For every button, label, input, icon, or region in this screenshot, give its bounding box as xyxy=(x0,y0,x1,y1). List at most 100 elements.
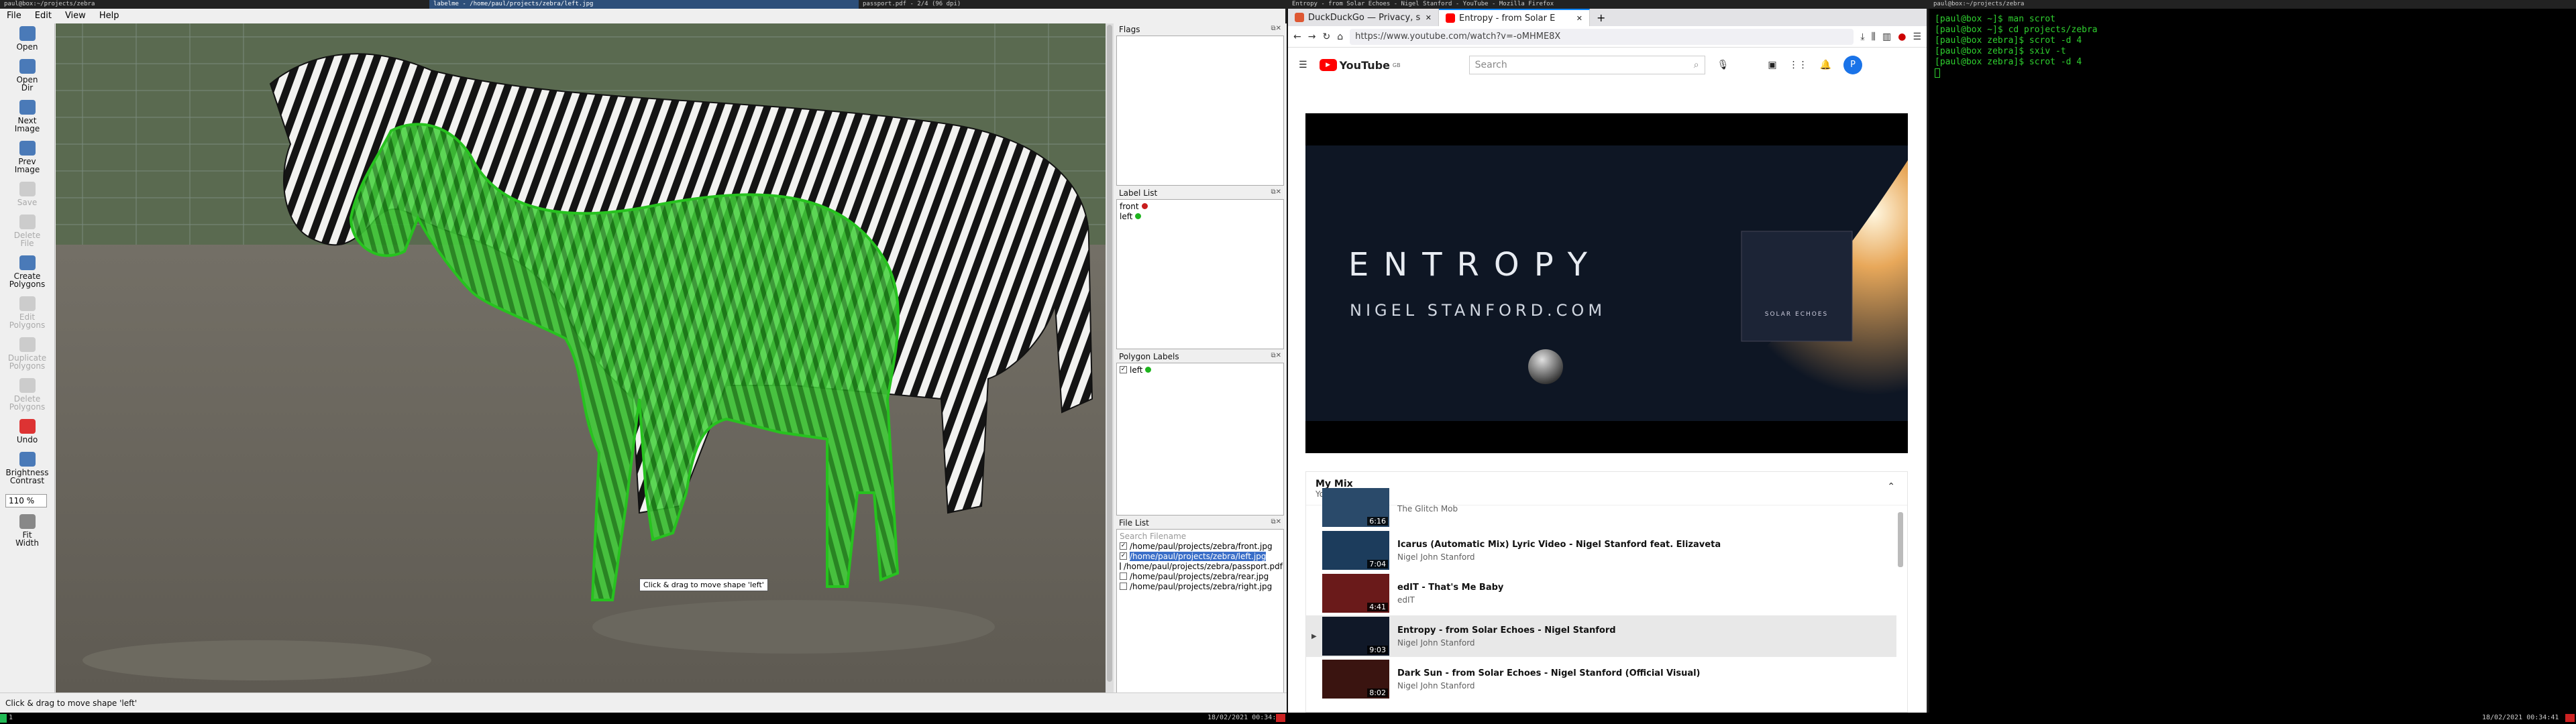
system-panel: 1 18/02/2021 00:34:41 18/02/2021 00:34:4… xyxy=(0,713,2576,724)
tool-undo-button[interactable]: Undo xyxy=(0,416,54,449)
file-list-item[interactable]: /home/paul/projects/zebra/rear.jpg xyxy=(1120,571,1281,581)
close-tab-icon[interactable]: ✕ xyxy=(1426,13,1432,22)
pdf-title: passport.pdf - 2/4 (96 dpi) xyxy=(859,0,1288,9)
tool-delete-button[interactable]: Delete File xyxy=(0,212,54,253)
notifications-icon[interactable]: 🔔 xyxy=(1820,60,1831,70)
tab-title: DuckDuckGo — Privacy, s xyxy=(1308,12,1421,23)
close-tab-icon[interactable]: ✕ xyxy=(1576,14,1582,23)
zoom-field[interactable]: 110 % xyxy=(5,494,47,507)
panel-buttons-icon[interactable]: ⧉✕ xyxy=(1271,518,1281,528)
polygon-checkbox[interactable]: ✓ xyxy=(1120,366,1127,373)
create-video-icon[interactable]: ▣ xyxy=(1768,60,1776,70)
youtube-logo[interactable]: ▶ YouTube GB xyxy=(1319,59,1401,72)
flags-list xyxy=(1116,36,1284,186)
label-color-dot xyxy=(1135,213,1142,219)
file-search-input[interactable]: Search Filename xyxy=(1120,531,1281,541)
playlist-item[interactable]: 8:02 Dark Sun - from Solar Echoes - Nigel… xyxy=(1306,658,1896,700)
menu-edit[interactable]: Edit xyxy=(35,11,52,21)
tool-color-button[interactable]: Brightness Contrast xyxy=(0,449,54,490)
polygon-label-item[interactable]: ✓ left xyxy=(1120,365,1281,375)
sidebar-icon[interactable]: ▥ xyxy=(1882,32,1891,42)
tool-folder-open-button[interactable]: Open xyxy=(0,23,54,56)
menu-view[interactable]: View xyxy=(65,11,86,21)
menu-icon[interactable]: ☰ xyxy=(1913,32,1921,42)
label-list-item[interactable]: front xyxy=(1120,201,1281,211)
extension-icon[interactable]: ● xyxy=(1898,32,1906,42)
forward-icon[interactable]: → xyxy=(1308,32,1316,42)
fit-width-button[interactable]: Fit Width xyxy=(0,511,54,552)
playlist-item[interactable]: 4:41 edIT - That's Me Baby edIT xyxy=(1306,572,1896,614)
panel-buttons-icon[interactable]: ⧉✕ xyxy=(1271,188,1281,198)
panel-buttons-icon[interactable]: ⧉✕ xyxy=(1271,352,1281,361)
tool-copy-button[interactable]: Duplicate Polygons xyxy=(0,335,54,375)
playlist-item[interactable]: 6:16 The Glitch Mob xyxy=(1306,487,1896,528)
file-list-item[interactable]: /home/paul/projects/zebra/passport.pdf xyxy=(1120,561,1283,571)
panel-buttons-icon[interactable]: ⧉✕ xyxy=(1271,25,1281,34)
file-checkbox[interactable] xyxy=(1120,572,1127,580)
home-icon[interactable]: ⌂ xyxy=(1337,32,1343,42)
search-icon[interactable]: ⌕ xyxy=(1694,60,1699,70)
video-thumbnail: 4:41 xyxy=(1322,574,1389,613)
tool-edit-button[interactable]: Edit Polygons xyxy=(0,294,54,335)
url-bar[interactable]: https://www.youtube.com/watch?v=-oMHME8X xyxy=(1350,28,1854,45)
tool-arrow-left-button[interactable]: Prev Image xyxy=(0,138,54,179)
browser-tab[interactable]: DuckDuckGo — Privacy, s ✕ xyxy=(1288,9,1439,26)
terminal-title: paul@box:~/projects/zebra xyxy=(0,0,429,9)
tool-label: Open Dir xyxy=(16,75,38,93)
file-checkbox[interactable] xyxy=(1120,583,1127,590)
tool-label: Save xyxy=(17,198,38,207)
album-text: SOLAR ECHOES xyxy=(1765,311,1829,318)
reload-icon[interactable]: ↻ xyxy=(1322,32,1330,42)
tool-label: Next Image xyxy=(14,116,40,133)
image-canvas[interactable]: Click & drag to move shape 'left' xyxy=(56,23,1106,694)
tool-label: Undo xyxy=(16,435,38,444)
label-list: front left xyxy=(1116,199,1284,349)
save-icon xyxy=(19,182,36,196)
menu-file[interactable]: File xyxy=(7,11,21,21)
dock-panels: Flags ⧉✕ Label List ⧉✕ front left Polygon L… xyxy=(1114,23,1287,703)
video-artist: The Glitch Mob xyxy=(1397,504,1458,514)
file-list-item[interactable]: ✓/home/paul/projects/zebra/front.jpg xyxy=(1120,541,1281,551)
polygon-label-list: ✓ left xyxy=(1116,363,1284,516)
avatar[interactable]: P xyxy=(1843,56,1863,74)
file-path: /home/paul/projects/zebra/passport.pdf xyxy=(1124,561,1283,571)
video-duration: 7:04 xyxy=(1367,560,1388,568)
file-checkbox[interactable]: ✓ xyxy=(1120,542,1127,550)
file-checkbox[interactable] xyxy=(1120,562,1121,570)
menu-help[interactable]: Help xyxy=(99,11,119,21)
workspace-indicator[interactable] xyxy=(0,714,7,723)
new-tab-icon[interactable]: + xyxy=(1590,9,1612,26)
label-name: left xyxy=(1120,211,1133,221)
youtube-play-icon: ▶ xyxy=(1319,59,1337,71)
file-list-item[interactable]: ✓/home/paul/projects/zebra/left.jpg xyxy=(1120,551,1281,561)
back-icon[interactable]: ← xyxy=(1293,32,1301,42)
download-icon[interactable]: ⤓ xyxy=(1860,32,1864,42)
hamburger-icon[interactable]: ☰ xyxy=(1299,60,1307,70)
playlist-scrollbar[interactable] xyxy=(1898,512,1903,567)
tool-folder-button[interactable]: Open Dir xyxy=(0,56,54,97)
video-player[interactable]: SOLAR ECHOES ENTROPY NIGEL STANFORD.COM xyxy=(1305,113,1908,453)
youtube-header: ☰ ▶ YouTube GB Search ⌕ 🎙 ▣ ⋮⋮ 🔔 P xyxy=(1288,48,1927,82)
terminal[interactable]: [paul@box ~]$ man scrot [paul@box ~]$ cd … xyxy=(1929,9,2576,713)
terminal-line: [paul@box zebra]$ scrot -d 4 xyxy=(1935,57,2082,67)
panel-clock-left: 18/02/2021 00:34:41 xyxy=(1208,714,1285,721)
youtube-search-input[interactable]: Search ⌕ xyxy=(1468,56,1705,74)
playlist-item[interactable]: 7:04 Icarus (Automatic Mix) Lyric Video -… xyxy=(1306,530,1896,571)
battery-icon xyxy=(2565,714,2575,722)
library-icon[interactable]: ⫼ xyxy=(1872,32,1876,42)
labelme-title: labelme - /home/paul/projects/zebra/left… xyxy=(429,0,859,9)
browser-tab[interactable]: Entropy - from Solar E ✕ xyxy=(1439,9,1590,26)
workspace-number[interactable]: 1 xyxy=(9,714,13,721)
tool-save-button[interactable]: Save xyxy=(0,179,54,212)
canvas-scrollbar[interactable] xyxy=(1106,23,1114,694)
file-list-item[interactable]: /home/paul/projects/zebra/right.jpg xyxy=(1120,581,1281,591)
label-list-item[interactable]: left xyxy=(1120,211,1281,221)
playlist-item[interactable]: ▶ 9:03 Entropy - from Solar Echoes - Nigel… xyxy=(1306,615,1896,657)
tool-polygon-create-button[interactable]: Create Polygons xyxy=(0,253,54,294)
file-checkbox[interactable]: ✓ xyxy=(1120,552,1127,560)
apps-grid-icon[interactable]: ⋮⋮ xyxy=(1789,60,1808,70)
tool-arrow-right-button[interactable]: Next Image xyxy=(0,97,54,138)
tool-cancel-button[interactable]: Delete Polygons xyxy=(0,375,54,416)
tab-favicon-icon xyxy=(1446,13,1455,23)
mic-icon[interactable]: 🎙 xyxy=(1717,60,1729,70)
